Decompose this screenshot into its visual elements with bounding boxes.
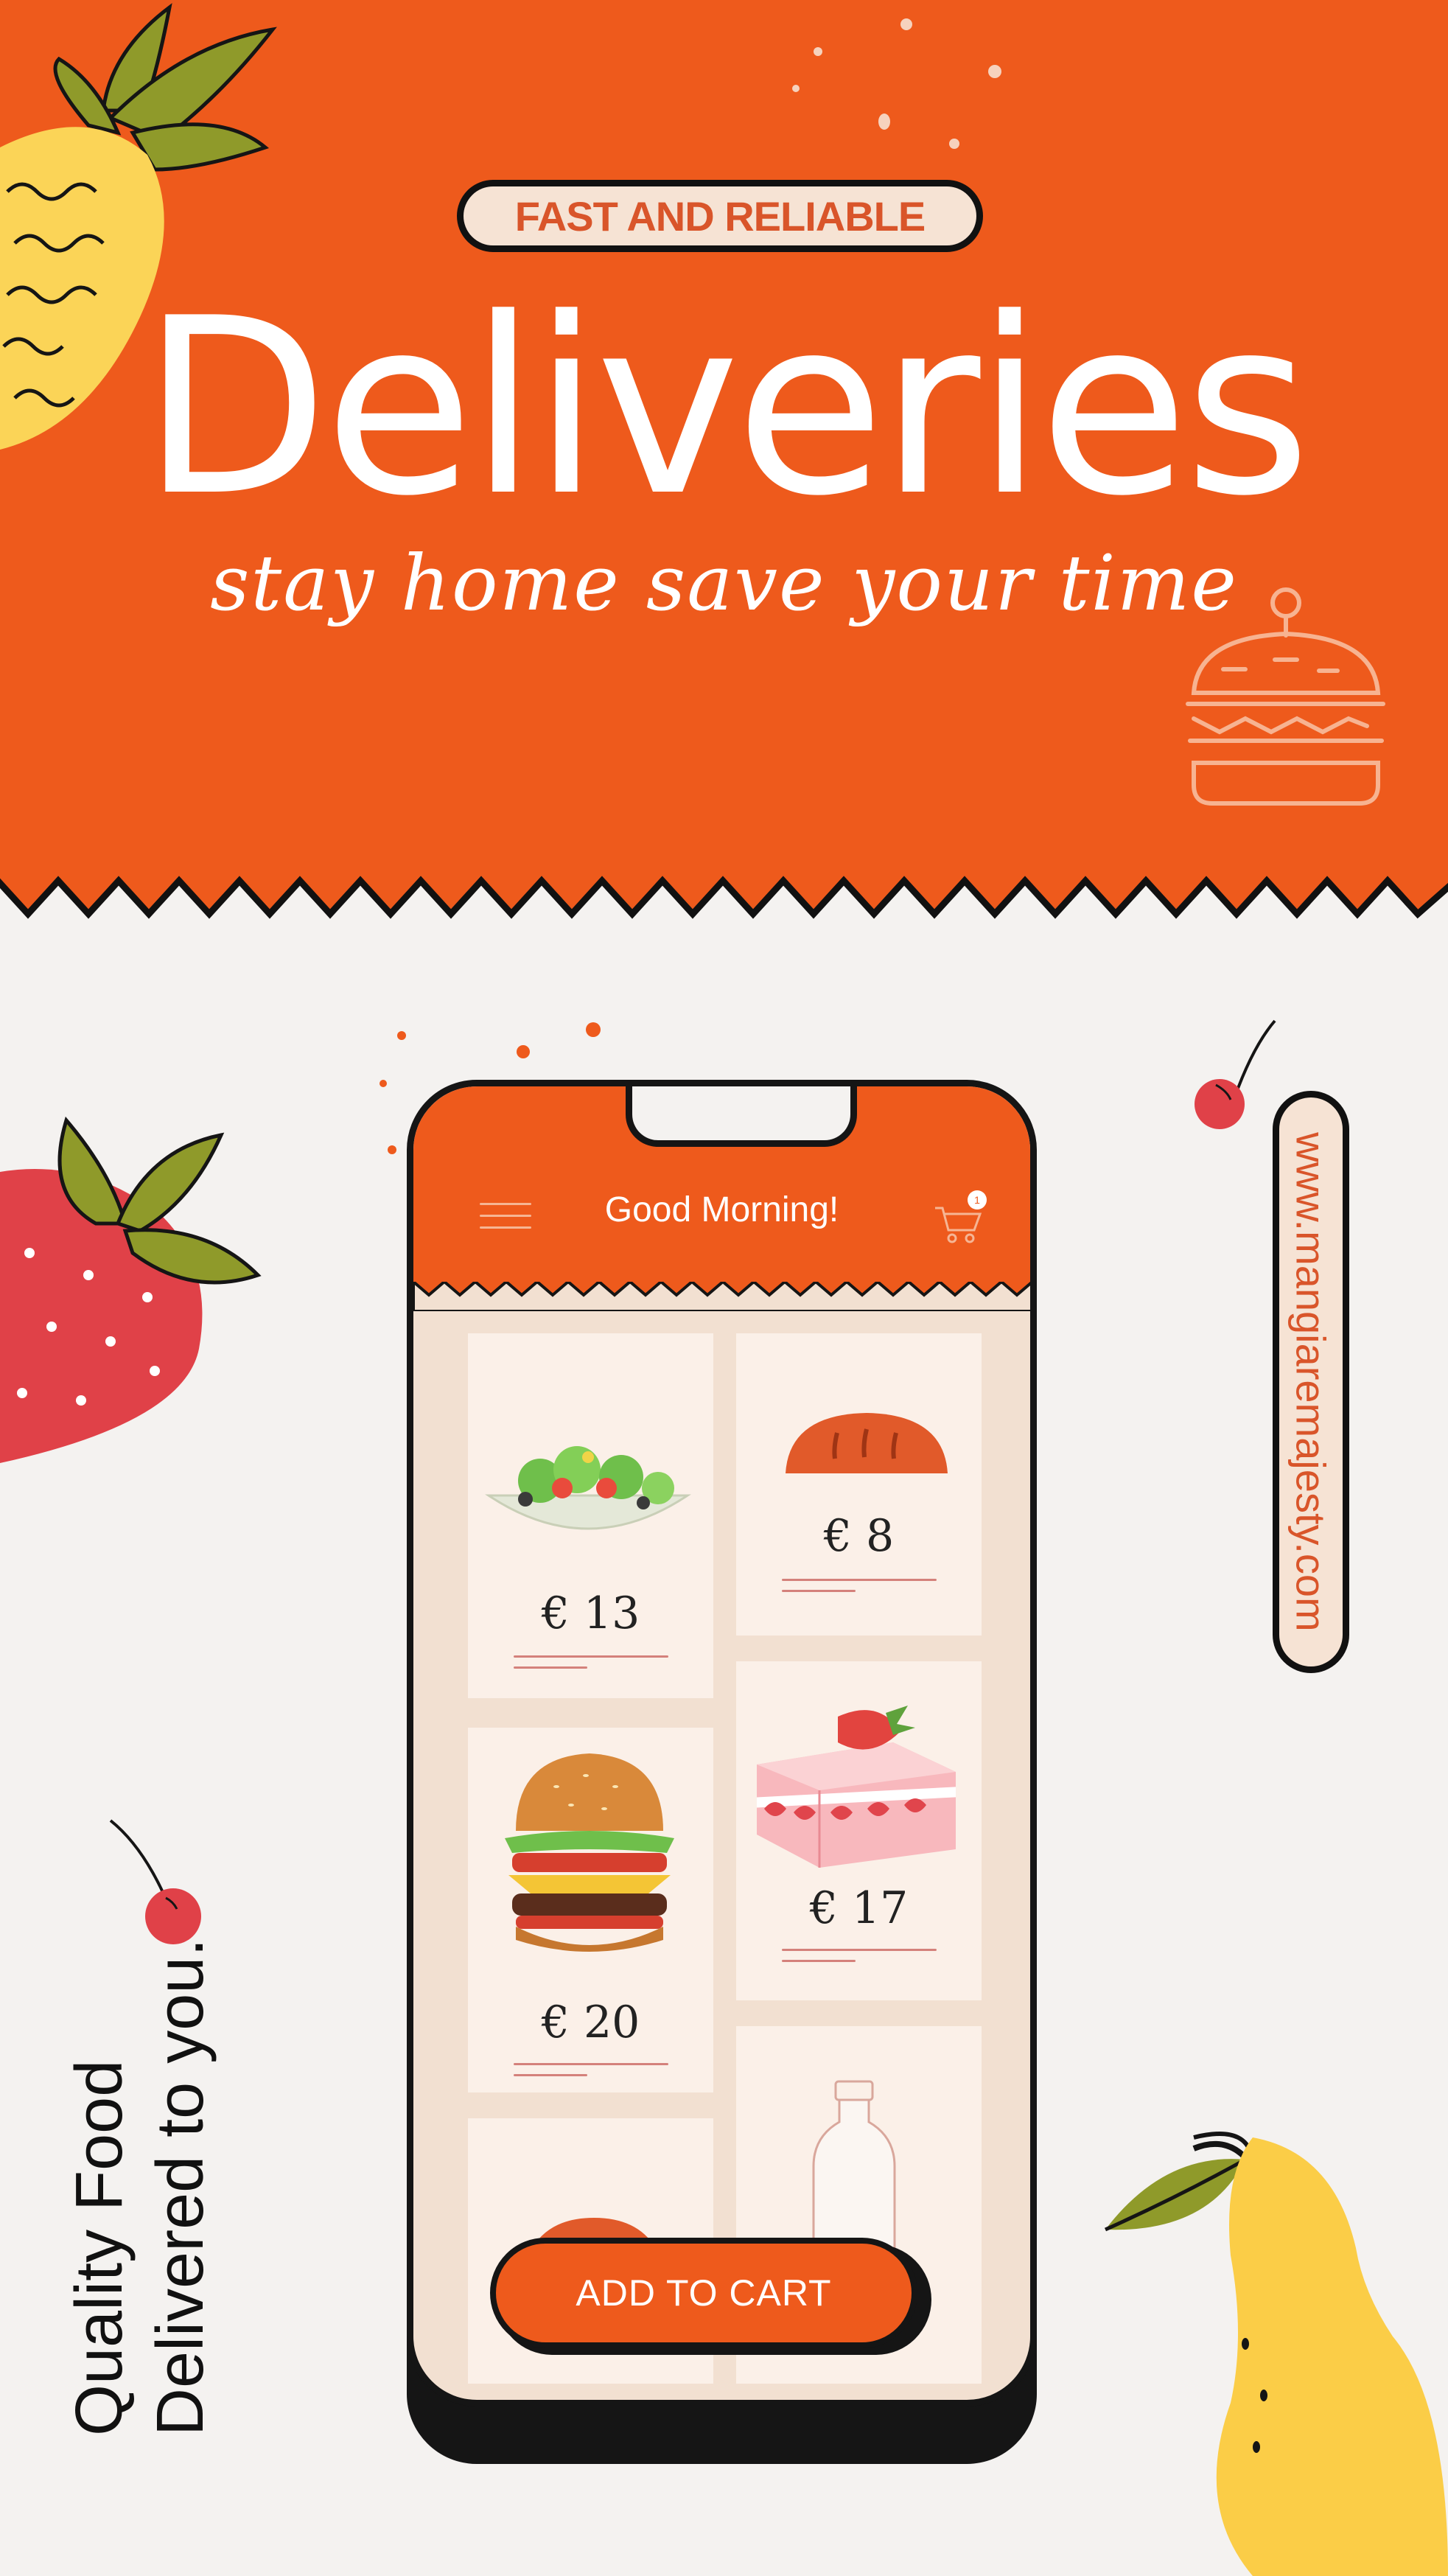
add-to-cart-button[interactable]: ADD TO CART (490, 2238, 917, 2348)
product-price: € 8 (823, 1510, 895, 1562)
strawberry-icon (0, 1116, 262, 1463)
strawberry-cake-icon (757, 1706, 956, 1868)
app-header: Good Morning! 1 (413, 1086, 1030, 1311)
fast-reliable-badge: FAST AND RELIABLE (457, 180, 983, 252)
salad-bowl-icon (485, 1446, 691, 1530)
cherry-icon (109, 1819, 201, 1944)
website-pill[interactable]: www.mangiaremajesty.com (1273, 1091, 1349, 1673)
milk-bottle-icon (812, 2080, 896, 2252)
product-card[interactable]: € 17 (736, 1661, 982, 2000)
product-price: € 13 (541, 1588, 640, 1639)
cherry-icon (1195, 1019, 1276, 1129)
decorative-dots (792, 18, 1001, 149)
bread-loaf-icon (786, 1413, 948, 1473)
slogan-line-1: Quality Food (63, 2059, 136, 2436)
slogan-text: Quality Food Delivered to you. (59, 1938, 221, 2436)
pear-icon (1104, 2132, 1448, 2576)
headline: Deliveries (141, 266, 1311, 549)
cart-count-badge: 1 (974, 1194, 980, 1206)
product-card[interactable]: € 13 (468, 1333, 713, 1698)
product-price: € 17 (809, 1882, 909, 1934)
product-card[interactable]: € 8 (736, 1333, 982, 1636)
product-price: € 20 (541, 1997, 640, 2048)
phone-screen: Good Morning! 1 € 13 € 8 € 20 € 17 (407, 1080, 1037, 2406)
cart-icon[interactable]: 1 (931, 1190, 987, 1249)
website-url: www.mangiaremajesty.com (1287, 1132, 1335, 1632)
burger-icon (505, 1753, 674, 1952)
header-zigzag (413, 1282, 1030, 1311)
product-card[interactable]: € 20 (468, 1728, 713, 2092)
tagline: stay home save your time (210, 538, 1238, 628)
phone-notch (626, 1086, 857, 1147)
slogan-line-2: Delivered to you. (144, 1938, 217, 2436)
